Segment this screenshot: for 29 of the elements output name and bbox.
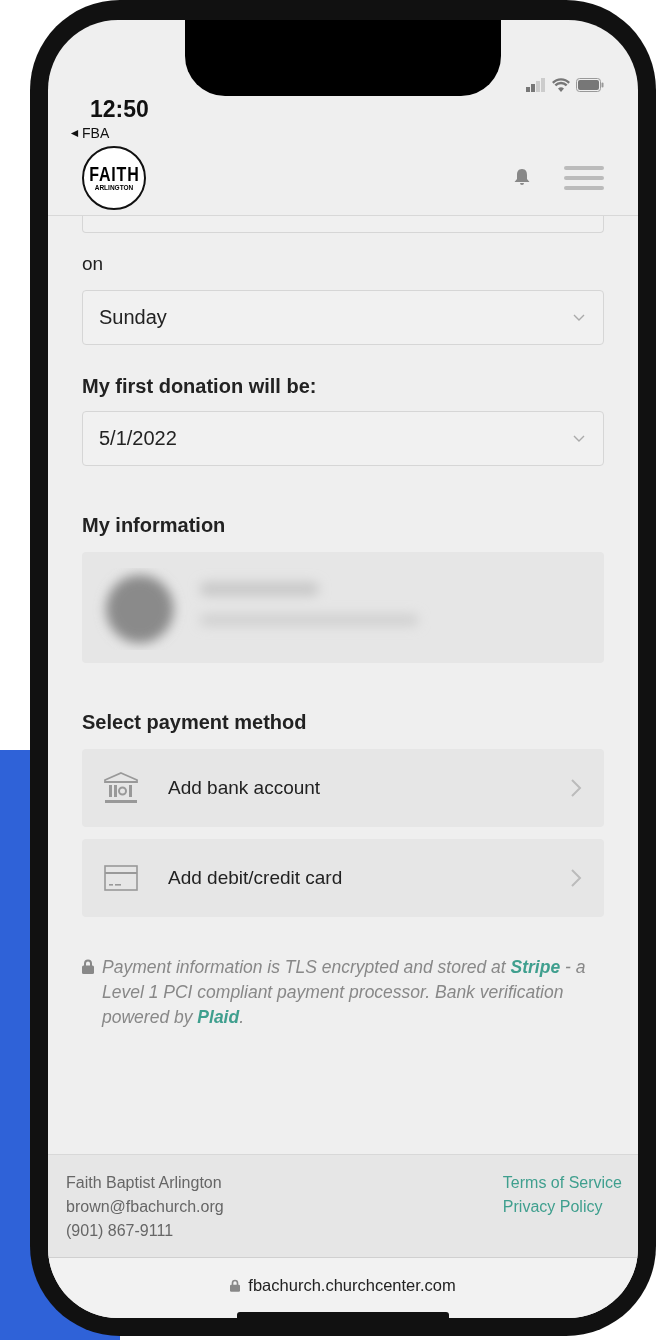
contact-email: brown@fbachurch.org bbox=[66, 1197, 224, 1217]
select-field[interactable]: 5/1/2022 bbox=[82, 411, 604, 466]
church-name: Faith Baptist Arlington bbox=[66, 1173, 222, 1193]
chevron-right-icon bbox=[570, 868, 582, 888]
chevron-right-icon bbox=[570, 778, 582, 798]
section-heading: My information bbox=[82, 514, 227, 537]
back-to-app-link[interactable]: FBA bbox=[70, 125, 110, 141]
lock-icon bbox=[230, 1279, 241, 1292]
address-bar[interactable]: fbachurch.churchcenter.com bbox=[230, 1276, 456, 1295]
back-arrow-icon bbox=[70, 128, 79, 138]
payment-method-button[interactable]: Add debit/credit card bbox=[82, 839, 604, 917]
select-field[interactable]: Sunday bbox=[82, 290, 604, 345]
status-time: 12:50 bbox=[90, 96, 149, 123]
bank-icon bbox=[104, 772, 138, 804]
payment-method-button[interactable]: Add bank account bbox=[82, 749, 604, 827]
battery-icon bbox=[576, 78, 604, 92]
menu-icon[interactable] bbox=[564, 164, 604, 191]
chevron-down-icon bbox=[573, 434, 585, 443]
wifi-icon bbox=[552, 78, 570, 92]
bell-icon[interactable] bbox=[514, 169, 530, 186]
signal-icon bbox=[526, 78, 546, 92]
field-label: on bbox=[82, 253, 105, 275]
credit-card-icon bbox=[104, 865, 138, 891]
contact-phone: (901) 867-9111 bbox=[66, 1221, 174, 1241]
field-label: My first donation will be: bbox=[82, 375, 318, 398]
chevron-down-icon bbox=[573, 313, 585, 322]
lock-icon bbox=[82, 959, 94, 974]
security-note: Payment information is TLS encrypted and stored at Stripe - a Level 1 PCI compliant payment processor. Bank verification powered by Plaid. bbox=[102, 956, 587, 1029]
section-heading: Select payment method bbox=[82, 711, 308, 734]
